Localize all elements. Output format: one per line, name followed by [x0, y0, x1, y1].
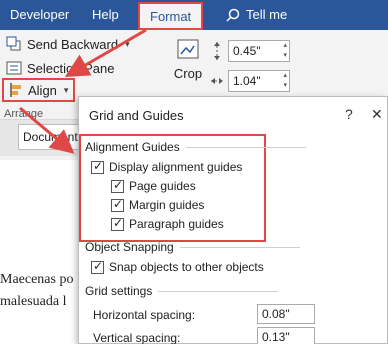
- crop-label: Crop: [173, 66, 203, 81]
- crop-icon: [177, 39, 199, 59]
- document-text-line: malesuada l: [0, 294, 67, 309]
- chevron-down-icon: ▾: [63, 84, 69, 95]
- vertical-spacing-input[interactable]: 0.13": [257, 327, 315, 344]
- align-icon: [10, 83, 21, 97]
- horizontal-spacing-label: Horizontal spacing:: [93, 308, 196, 322]
- margin-guides-label: Margin guides: [129, 198, 205, 212]
- align-button[interactable]: Align ▾: [2, 78, 76, 102]
- tell-me-label: Tell me: [246, 7, 288, 22]
- tab-developer[interactable]: Developer: [10, 0, 69, 30]
- object-snapping-heading: Object Snapping: [85, 240, 300, 254]
- checkbox-checked-icon: [111, 197, 124, 212]
- width-icon: [211, 78, 223, 84]
- page-guides-label: Page guides: [129, 179, 196, 193]
- document-text-line: Maecenas po: [0, 272, 74, 287]
- tab-format[interactable]: Format: [138, 2, 204, 30]
- checkbox-checked-icon: [111, 216, 124, 231]
- tab-help[interactable]: Help: [92, 0, 119, 30]
- display-alignment-guides-checkbox[interactable]: Display alignment guides: [91, 159, 243, 174]
- grid-and-guides-dialog: Grid and Guides ? ✕ Alignment Guides Dis…: [78, 96, 388, 344]
- paragraph-guides-label: Paragraph guides: [129, 217, 224, 231]
- page-guides-checkbox[interactable]: Page guides: [111, 178, 196, 193]
- shape-height-row: 0.45": [210, 40, 290, 62]
- margin-guides-checkbox[interactable]: Margin guides: [111, 197, 205, 212]
- chevron-down-icon: ▾: [125, 38, 130, 49]
- selection-pane-button[interactable]: Selection Pane: [6, 60, 114, 76]
- ribbon-tab-bar: Developer Help Format Tell me: [0, 0, 388, 30]
- dialog-title: Grid and Guides: [89, 108, 184, 123]
- display-alignment-guides-label: Display alignment guides: [109, 160, 243, 174]
- width-input[interactable]: 1.04": [228, 70, 290, 92]
- tell-me-search[interactable]: Tell me: [226, 0, 287, 30]
- height-icon: [214, 42, 220, 60]
- alignment-guides-heading: Alignment Guides: [85, 140, 306, 154]
- horizontal-spacing-input[interactable]: 0.08": [257, 304, 315, 324]
- snap-objects-checkbox[interactable]: Snap objects to other objects: [91, 259, 264, 274]
- close-button[interactable]: ✕: [371, 106, 383, 123]
- arrange-group-label: Arrange: [4, 108, 44, 120]
- checkbox-checked-icon: [91, 259, 104, 274]
- shape-width-row: 1.04": [210, 70, 290, 92]
- checkbox-checked-icon: [91, 159, 104, 174]
- document-page: Maecenas po malesuada l: [0, 160, 80, 344]
- selection-pane-icon: [6, 61, 22, 75]
- paragraph-guides-checkbox[interactable]: Paragraph guides: [111, 216, 224, 231]
- align-label: Align: [28, 82, 57, 98]
- help-button[interactable]: ?: [345, 106, 353, 122]
- crop-button[interactable]: Crop: [170, 36, 206, 96]
- checkbox-checked-icon: [111, 178, 124, 193]
- send-backward-icon: [6, 36, 21, 51]
- send-backward-label: Send Backward: [27, 36, 119, 52]
- send-backward-button[interactable]: Send Backward ▾: [6, 36, 130, 52]
- search-icon: [226, 8, 240, 22]
- vertical-spacing-label: Vertical spacing:: [93, 331, 181, 344]
- selection-pane-label: Selection Pane: [27, 60, 115, 76]
- snap-objects-label: Snap objects to other objects: [109, 260, 264, 274]
- grid-settings-heading: Grid settings: [85, 284, 278, 298]
- height-input[interactable]: 0.45": [228, 40, 290, 62]
